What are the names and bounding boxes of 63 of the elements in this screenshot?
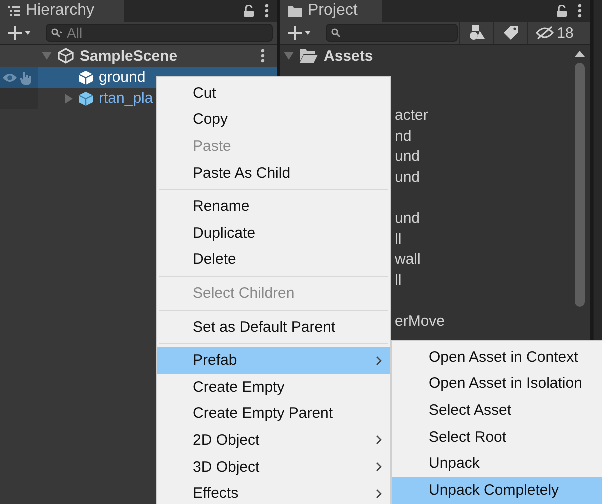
asset-row[interactable]: wall — [395, 251, 590, 272]
project-tab[interactable]: Project — [280, 0, 382, 22]
menu-item[interactable]: Open Asset in Isolation — [392, 370, 602, 398]
menu-item[interactable]: 2D Object — [157, 427, 390, 454]
scroll-up-arrow-icon[interactable] — [575, 51, 585, 57]
menu-item[interactable]: Delete — [157, 246, 390, 274]
menu-item[interactable]: Unpack — [392, 450, 602, 477]
menu-item[interactable]: Copy — [157, 106, 390, 134]
eye-icon[interactable] — [2, 72, 18, 82]
list-icon — [8, 6, 20, 16]
menu-item[interactable]: 3D Object — [157, 454, 390, 480]
menu-item[interactable]: Unpack Completely — [392, 476, 602, 504]
folder-icon — [288, 6, 302, 16]
asset-row[interactable]: und — [395, 168, 590, 190]
lock-icon[interactable] — [556, 4, 568, 18]
more-icon[interactable] — [261, 49, 265, 63]
scene-row[interactable]: SampleScene — [0, 45, 277, 67]
more-icon[interactable] — [578, 4, 582, 18]
tab-title: Hierarchy — [26, 2, 94, 20]
hand-icon[interactable] — [20, 70, 32, 84]
asset-row[interactable]: und — [395, 148, 590, 169]
scrollbar[interactable] — [574, 51, 586, 307]
asset-row[interactable]: acter — [395, 107, 590, 128]
lock-icon[interactable] — [243, 4, 255, 18]
object-name: rtan_pla — [99, 90, 154, 107]
asset-row[interactable]: ll — [395, 230, 590, 252]
menu-item[interactable]: Set as Default Parent — [157, 314, 390, 340]
add-dropdown-button[interactable] — [286, 24, 314, 42]
menu-item[interactable]: Select Root — [392, 424, 602, 450]
folder-row[interactable]: Assets — [280, 45, 590, 67]
hierarchy-item[interactable]: rtan_pla — [0, 88, 154, 109]
menu-item[interactable]: Effects — [157, 480, 390, 504]
asset-row[interactable]: erMove — [395, 312, 590, 334]
more-icon[interactable] — [265, 4, 269, 18]
menu-item[interactable]: Select Asset — [392, 397, 602, 424]
expand-arrow-icon — [284, 52, 294, 60]
search-field[interactable] — [326, 24, 458, 42]
asset-row[interactable]: nd — [395, 128, 590, 148]
unity-logo-icon — [58, 48, 74, 64]
asset-row[interactable]: ll — [395, 272, 590, 292]
menu-item[interactable]: Rename — [157, 193, 390, 220]
tag-icon — [502, 26, 518, 40]
expand-arrow-icon — [42, 52, 52, 60]
open-folder-icon — [300, 49, 318, 63]
tab-title: Project — [308, 2, 358, 20]
hierarchy-tab[interactable]: Hierarchy — [0, 0, 124, 22]
folder-name: Assets — [324, 48, 374, 64]
menu-item[interactable]: Paste As Child — [157, 160, 390, 186]
asset-row[interactable]: und — [395, 210, 590, 231]
object-name: ground — [99, 69, 146, 86]
scene-name: SampleScene — [80, 48, 179, 64]
shapes-icon — [468, 25, 484, 41]
add-dropdown-button[interactable] — [6, 24, 34, 42]
menu-item[interactable]: Create Empty — [157, 374, 390, 401]
menu-item[interactable]: Prefab — [157, 347, 390, 374]
menu-item[interactable]: Open Asset in Context — [392, 344, 602, 371]
menu-item[interactable]: Create Empty Parent — [157, 400, 390, 428]
cube-icon — [78, 90, 94, 106]
cube-icon — [78, 70, 94, 86]
eye-slash-icon — [535, 26, 556, 40]
menu-item[interactable]: Duplicate — [157, 220, 390, 247]
hidden-packages-button[interactable]: 18 — [527, 22, 581, 44]
search-field[interactable]: All — [46, 24, 273, 42]
